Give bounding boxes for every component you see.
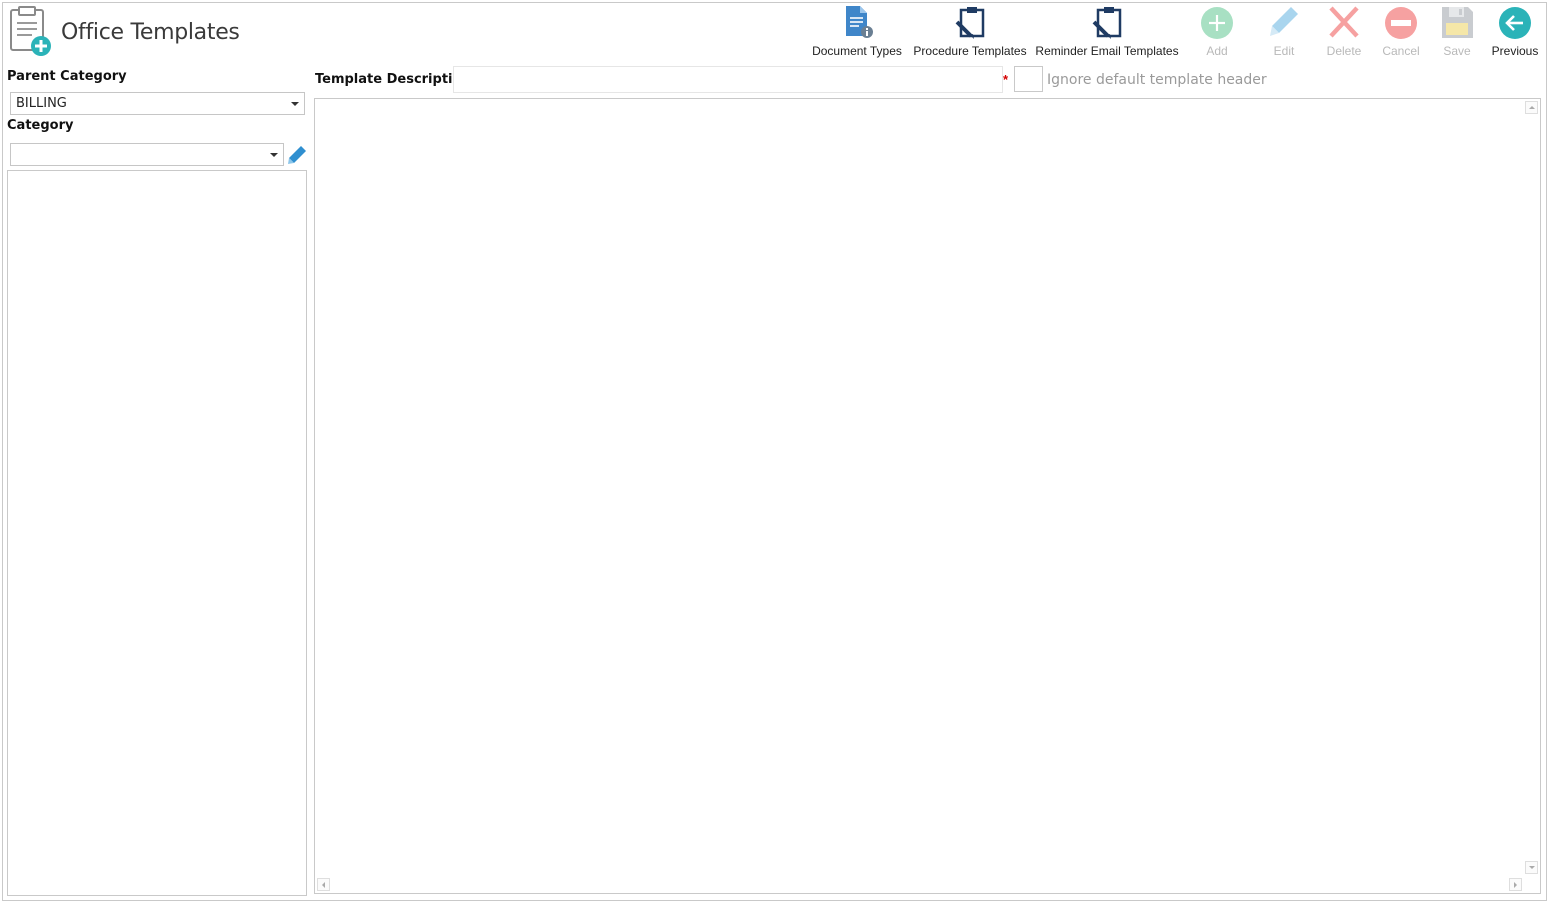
previous-label: Previous [1491, 44, 1539, 58]
parent-category-value: BILLING [16, 96, 67, 111]
cancel-button[interactable]: Cancel [1376, 4, 1426, 62]
arrow-up-icon [1529, 106, 1535, 109]
procedure-templates-label: Procedure Templates [913, 44, 1027, 58]
edit-category-button[interactable] [287, 144, 307, 165]
chevron-down-icon [291, 102, 299, 106]
parent-category-select[interactable]: BILLING [10, 92, 305, 115]
previous-button[interactable]: Previous [1488, 4, 1542, 62]
document-types-label: Document Types [812, 44, 902, 58]
template-add-icon [8, 6, 54, 58]
template-description-label: Template Description [315, 72, 471, 87]
scroll-up-button[interactable] [1525, 101, 1538, 114]
ignore-header-label: Ignore default template header [1047, 72, 1267, 88]
minus-circle-icon [1385, 7, 1417, 39]
add-label: Add [1206, 44, 1228, 58]
save-button[interactable]: Save [1432, 4, 1482, 62]
delete-button[interactable]: Delete [1319, 4, 1369, 62]
scroll-right-button[interactable] [1509, 878, 1522, 891]
add-button[interactable]: Add [1192, 4, 1242, 62]
floppy-disk-icon [1442, 7, 1473, 38]
parent-category-label: Parent Category [7, 69, 127, 84]
category-list[interactable] [7, 170, 307, 896]
clipboard-pen-icon [1092, 7, 1122, 39]
arrow-down-icon [1529, 866, 1535, 869]
x-icon [1329, 6, 1359, 38]
ignore-header-checkbox[interactable] [1014, 66, 1043, 92]
edit-label: Edit [1273, 44, 1295, 58]
document-info-icon [846, 6, 873, 38]
chevron-down-icon [270, 153, 278, 157]
edit-button[interactable]: Edit [1259, 4, 1309, 62]
scroll-down-button[interactable] [1525, 861, 1538, 874]
arrow-left-circle-icon [1499, 7, 1531, 39]
template-description-input[interactable] [453, 66, 1003, 93]
category-label: Category [7, 118, 74, 133]
pencil-icon [1270, 7, 1298, 36]
scroll-left-button[interactable] [317, 878, 330, 891]
procedure-templates-button[interactable]: Procedure Templates [910, 4, 1030, 62]
arrow-right-icon [1514, 882, 1517, 888]
cancel-label: Cancel [1382, 44, 1420, 58]
reminder-email-templates-label: Reminder Email Templates [1035, 44, 1179, 58]
save-label: Save [1443, 44, 1471, 58]
pencil-icon [288, 146, 306, 164]
document-types-button[interactable]: Document Types [808, 4, 906, 62]
page-title: Office Templates [61, 20, 240, 45]
category-select[interactable] [10, 143, 284, 166]
required-marker: * [1003, 72, 1009, 87]
reminder-email-templates-button[interactable]: Reminder Email Templates [1034, 4, 1180, 62]
plus-circle-icon [1201, 7, 1233, 39]
template-editor[interactable] [314, 98, 1541, 894]
delete-label: Delete [1326, 44, 1362, 58]
arrow-left-icon [322, 882, 325, 888]
clipboard-pen-icon [955, 7, 985, 39]
